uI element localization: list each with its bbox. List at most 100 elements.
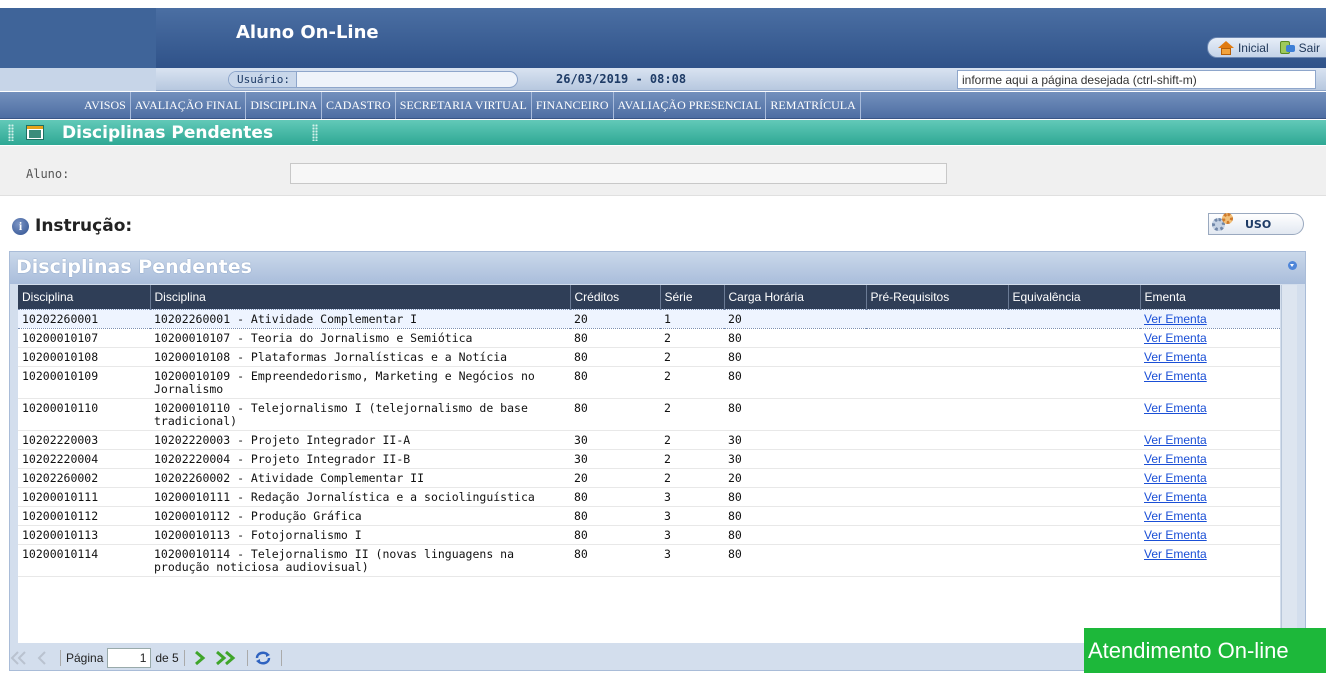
menu-item-financeiro[interactable]: FINANCEIRO	[532, 92, 614, 119]
cell-codigo: 10202220004	[18, 449, 150, 469]
cell-carga-horaria: 80	[724, 544, 866, 577]
exit-icon	[1279, 40, 1295, 55]
menu-item-cadastro[interactable]: CADASTRO	[322, 92, 396, 119]
col-header-creditos[interactable]: Créditos	[570, 285, 661, 309]
page-number-input[interactable]: 1	[107, 648, 152, 668]
prev-page-button[interactable]	[32, 648, 52, 668]
table-row[interactable]: 10200010114 10200010114 - Telejornalismo …	[18, 544, 1280, 577]
col-header-equivalencia[interactable]: Equivalência	[1008, 285, 1141, 309]
table-row[interactable]: 10202220004 10202220004 - Projeto Integra…	[18, 449, 1280, 469]
cell-pre-requisitos	[866, 525, 1008, 545]
atendimento-online-button[interactable]: Atendimento On-line	[1084, 628, 1326, 673]
cell-creditos: 80	[570, 525, 660, 545]
table-body: 10202260001 10202260001 - Atividade Compl…	[18, 308, 1280, 577]
cell-serie: 1	[660, 308, 724, 329]
menu-item-avisos[interactable]: AVISOS	[80, 92, 131, 119]
ver-ementa-link[interactable]: Ver Ementa	[1144, 331, 1207, 345]
ver-ementa-link[interactable]: Ver Ementa	[1144, 369, 1207, 383]
disciplinas-panel: Disciplinas Pendentes Disciplina Discipl…	[9, 251, 1306, 671]
next-page-button[interactable]	[190, 648, 210, 668]
table-row[interactable]: 10202260002 10202260002 - Atividade Compl…	[18, 468, 1280, 488]
cell-creditos: 20	[570, 468, 660, 488]
cell-equivalencia	[1008, 468, 1140, 488]
cell-ementa: Ver Ementa	[1140, 328, 1280, 348]
table-row[interactable]: 10202260001 10202260001 - Atividade Compl…	[18, 308, 1280, 329]
menu-item-secretaria-virtual[interactable]: SECRETARIA VIRTUAL	[396, 92, 532, 119]
first-page-button[interactable]	[9, 648, 29, 668]
col-header-ementa[interactable]: Ementa	[1140, 285, 1280, 309]
menu-item-avaliacao-presencial[interactable]: AVALIAÇÃO PRESENCIAL	[614, 92, 767, 119]
grip-right-icon	[312, 124, 318, 141]
table-row[interactable]: 10200010110 10200010110 - Telejornalismo …	[18, 398, 1280, 431]
vertical-scrollbar[interactable]	[1281, 285, 1297, 643]
table-row[interactable]: 10200010107 10200010107 - Teoria do Jorna…	[18, 328, 1280, 348]
ver-ementa-link[interactable]: Ver Ementa	[1144, 528, 1207, 542]
cell-ementa: Ver Ementa	[1140, 506, 1280, 526]
ver-ementa-link[interactable]: Ver Ementa	[1144, 350, 1207, 364]
table-row[interactable]: 10200010108 10200010108 - Plataformas Jor…	[18, 347, 1280, 367]
table-row[interactable]: 10200010113 10200010113 - Fotojornalismo …	[18, 525, 1280, 545]
page-search-input[interactable]: informe aqui a página desejada (ctrl-shi…	[957, 70, 1316, 89]
cell-ementa: Ver Ementa	[1140, 468, 1280, 488]
ver-ementa-link[interactable]: Ver Ementa	[1144, 509, 1207, 523]
col-header-pre-requisitos[interactable]: Pré-Requisitos	[866, 285, 1009, 309]
col-header-carga-horaria[interactable]: Carga Horária	[724, 285, 867, 309]
ver-ementa-link[interactable]: Ver Ementa	[1144, 471, 1207, 485]
cell-creditos: 80	[570, 506, 660, 526]
menu-item-disciplina[interactable]: DISCIPLINA	[246, 92, 323, 119]
col-header-codigo[interactable]: Disciplina	[18, 285, 151, 309]
user-bar: Usuário: 26/03/2019 - 08:08 informe aqui…	[0, 68, 1326, 91]
ver-ementa-link[interactable]: Ver Ementa	[1144, 452, 1207, 466]
uso-button[interactable]: USO	[1208, 213, 1304, 235]
cell-carga-horaria: 30	[724, 430, 866, 450]
header-buttons: Inicial Sair	[1206, 37, 1326, 58]
last-page-button[interactable]	[213, 648, 239, 668]
cell-ementa: Ver Ementa	[1140, 347, 1280, 367]
table-row[interactable]: 10202220003 10202220003 - Projeto Integra…	[18, 430, 1280, 450]
ver-ementa-link[interactable]: Ver Ementa	[1144, 312, 1207, 326]
uso-label: USO	[1245, 217, 1272, 231]
col-header-disciplina[interactable]: Disciplina	[150, 285, 571, 309]
cell-disciplina: 10202220003 - Projeto Integrador II-A	[150, 430, 570, 450]
sair-button[interactable]: Sair	[1279, 40, 1320, 55]
cell-carga-horaria: 80	[724, 525, 866, 545]
datetime: 26/03/2019 - 08:08	[556, 72, 687, 86]
cell-serie: 3	[660, 544, 724, 577]
cell-serie: 2	[660, 328, 724, 348]
table-row[interactable]: 10200010111 10200010111 - Redação Jornalí…	[18, 487, 1280, 507]
cell-codigo: 10202220003	[18, 430, 150, 450]
double-chevron-right-icon	[215, 650, 236, 666]
table-row[interactable]: 10200010112 10200010112 - Produção Gráfic…	[18, 506, 1280, 526]
cell-pre-requisitos	[866, 544, 1008, 577]
page-count-label: de 5	[155, 651, 179, 665]
pager: Página 1 de 5	[9, 643, 1069, 673]
ver-ementa-link[interactable]: Ver Ementa	[1144, 433, 1207, 447]
ver-ementa-link[interactable]: Ver Ementa	[1144, 490, 1207, 504]
chevron-left-icon	[37, 651, 46, 665]
cell-codigo: 10200010114	[18, 544, 150, 577]
cell-disciplina: 10202220004 - Projeto Integrador II-B	[150, 449, 570, 469]
cell-disciplina: 10200010107 - Teoria do Jornalismo e Sem…	[150, 328, 570, 348]
cell-carga-horaria: 80	[724, 328, 866, 348]
refresh-button[interactable]	[253, 648, 273, 668]
cell-creditos: 20	[570, 308, 660, 329]
ver-ementa-link[interactable]: Ver Ementa	[1144, 401, 1207, 415]
cell-equivalencia	[1008, 366, 1140, 399]
col-header-serie[interactable]: Série	[660, 285, 725, 309]
cell-carga-horaria: 80	[724, 347, 866, 367]
cell-serie: 2	[660, 430, 724, 450]
cell-carga-horaria: 20	[724, 308, 866, 329]
menu-item-avaliacao-final[interactable]: AVALIAÇÃO FINAL	[131, 92, 247, 119]
table-row[interactable]: 10200010109 10200010109 - Empreendedorism…	[18, 366, 1280, 399]
cell-codigo: 10200010111	[18, 487, 150, 507]
disciplinas-table: Disciplina Disciplina Créditos Série Car…	[18, 285, 1280, 577]
grip-left-icon	[8, 124, 14, 141]
ver-ementa-link[interactable]: Ver Ementa	[1144, 547, 1207, 561]
instrucao-title: Instrução:	[35, 216, 133, 236]
cell-disciplina: 10200010113 - Fotojornalismo I	[150, 525, 570, 545]
collapse-icon[interactable]	[1288, 261, 1297, 270]
menu-item-rematricula[interactable]: REMATRÍCULA	[766, 92, 861, 119]
inicial-button[interactable]: Inicial	[1217, 40, 1269, 55]
cell-pre-requisitos	[866, 366, 1008, 399]
cell-serie: 2	[660, 468, 724, 488]
